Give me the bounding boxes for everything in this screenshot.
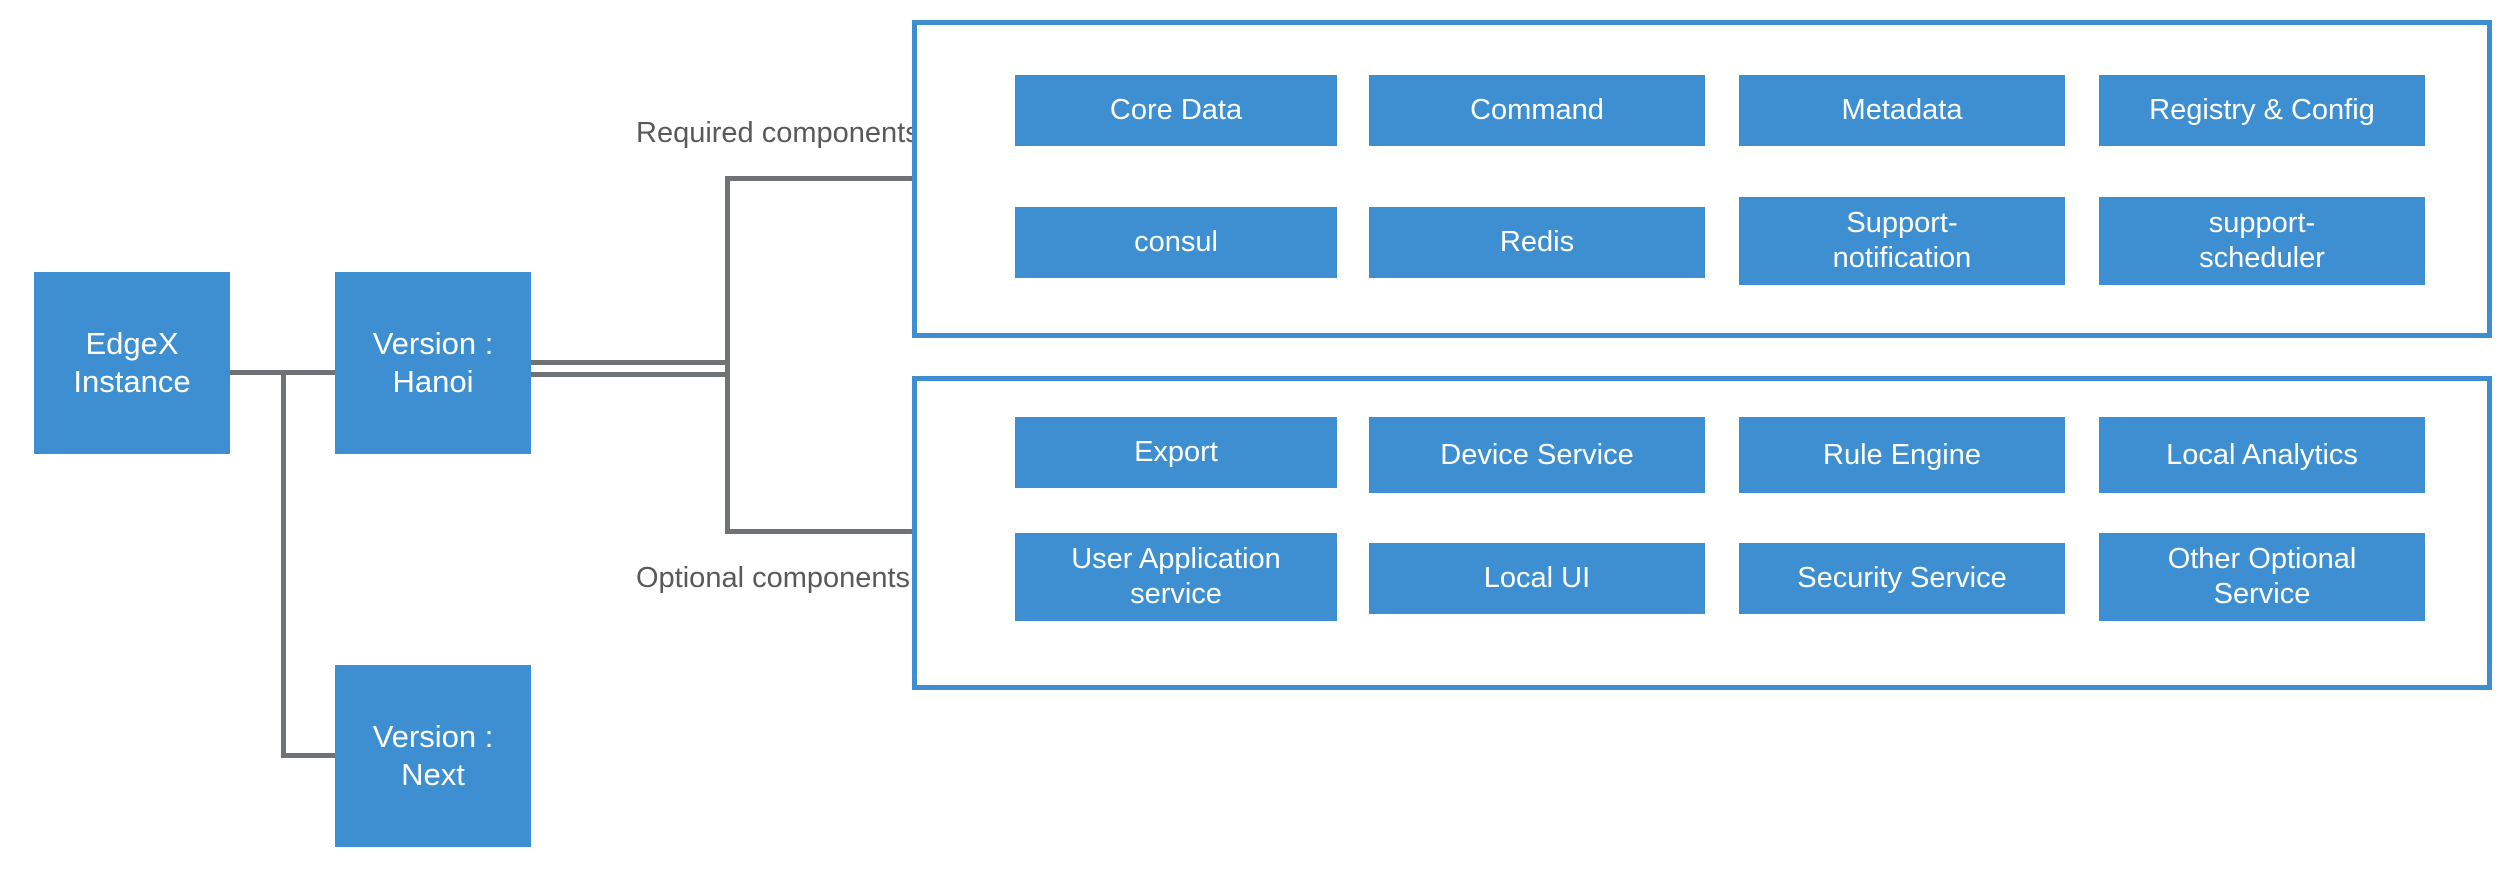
edge-label-required: Required components bbox=[636, 117, 920, 149]
tile-local-ui-label: Local UI bbox=[1483, 562, 1591, 595]
tile-export-label: Export bbox=[1134, 436, 1218, 469]
tile-support-scheduler[interactable]: support- scheduler bbox=[2099, 197, 2425, 285]
tile-redis-label: Redis bbox=[1499, 226, 1575, 259]
node-version-next-line1: Version : bbox=[372, 719, 494, 755]
node-version-hanoi[interactable]: Version : Hanoi bbox=[335, 272, 531, 454]
tile-support-notification[interactable]: Support- notification bbox=[1739, 197, 2065, 285]
tile-device-service-label: Device Service bbox=[1440, 438, 1634, 471]
tile-device-service[interactable]: Device Service bbox=[1369, 417, 1705, 493]
tile-local-ui[interactable]: Local UI bbox=[1369, 543, 1705, 614]
tile-rule-engine-label: Rule Engine bbox=[1823, 438, 1981, 471]
node-version-next[interactable]: Version : Next bbox=[335, 665, 531, 847]
group-required-components: Core Data Command Metadata Registry & Co… bbox=[912, 20, 2492, 338]
tile-user-application-service-line2: service bbox=[1130, 578, 1222, 610]
connector-trunk-to-next bbox=[281, 753, 339, 758]
node-version-hanoi-label: Version : Hanoi bbox=[373, 325, 494, 401]
tile-redis[interactable]: Redis bbox=[1369, 207, 1705, 278]
connector-hanoi-out-upper bbox=[528, 360, 730, 365]
tile-local-analytics-label: Local Analytics bbox=[2166, 438, 2358, 471]
tile-consul[interactable]: consul bbox=[1015, 207, 1337, 278]
tile-local-analytics[interactable]: Local Analytics bbox=[2099, 417, 2425, 493]
tile-other-optional-service-line2: Service bbox=[2213, 578, 2311, 610]
connector-branch-vertical bbox=[725, 176, 730, 534]
edge-label-optional: Optional components bbox=[636, 562, 911, 594]
connector-branch-to-optional bbox=[725, 529, 919, 534]
node-edgex-instance-line1: EdgeX bbox=[85, 326, 179, 362]
tile-security-service-label: Security Service bbox=[1797, 562, 2007, 595]
tile-user-application-service[interactable]: User Application service bbox=[1015, 533, 1337, 621]
tile-metadata-label: Metadata bbox=[1841, 94, 1963, 127]
group-optional-components: Export Device Service Rule Engine Local … bbox=[912, 376, 2492, 690]
connector-trunk-vertical bbox=[281, 370, 286, 758]
tile-registry-and-config-label: Registry & Config bbox=[2149, 94, 2375, 127]
tile-command[interactable]: Command bbox=[1369, 75, 1705, 146]
node-edgex-instance-line2: Instance bbox=[73, 364, 191, 399]
tile-other-optional-service-label: Other Optional Service bbox=[2168, 542, 2357, 612]
tile-support-notification-line2: notification bbox=[1832, 242, 1972, 274]
tile-user-application-service-line1: User Application bbox=[1071, 543, 1281, 576]
tile-other-optional-service-line1: Other Optional bbox=[2167, 543, 2357, 576]
connector-trunk-to-hanoi bbox=[281, 370, 339, 375]
tile-support-notification-line1: Support- bbox=[1846, 207, 1958, 240]
tile-user-application-service-label: User Application service bbox=[1071, 542, 1281, 612]
connector-hanoi-out-lower bbox=[528, 372, 730, 377]
tile-support-notification-label: Support- notification bbox=[1833, 206, 1972, 276]
connector-branch-to-required bbox=[725, 176, 919, 181]
node-version-hanoi-line1: Version : bbox=[372, 326, 494, 362]
node-version-hanoi-line2: Hanoi bbox=[392, 364, 474, 399]
tile-consul-label: consul bbox=[1134, 226, 1218, 259]
tile-metadata[interactable]: Metadata bbox=[1739, 75, 2065, 146]
tile-export[interactable]: Export bbox=[1015, 417, 1337, 488]
node-edgex-instance-label: EdgeX Instance bbox=[73, 325, 190, 401]
tile-rule-engine[interactable]: Rule Engine bbox=[1739, 417, 2065, 493]
tile-other-optional-service[interactable]: Other Optional Service bbox=[2099, 533, 2425, 621]
tile-support-scheduler-line1: support- bbox=[2208, 207, 2316, 240]
tile-core-data[interactable]: Core Data bbox=[1015, 75, 1337, 146]
tile-registry-and-config[interactable]: Registry & Config bbox=[2099, 75, 2425, 146]
tile-core-data-label: Core Data bbox=[1109, 94, 1243, 127]
tile-security-service[interactable]: Security Service bbox=[1739, 543, 2065, 614]
node-version-next-label: Version : Next bbox=[373, 718, 494, 794]
node-edgex-instance[interactable]: EdgeX Instance bbox=[34, 272, 230, 454]
connector-root-to-trunk bbox=[230, 370, 285, 375]
tile-support-scheduler-line2: scheduler bbox=[2199, 242, 2325, 274]
tile-support-scheduler-label: support- scheduler bbox=[2199, 206, 2325, 276]
tile-command-label: Command bbox=[1470, 94, 1604, 127]
diagram-canvas: Required components Optional components … bbox=[0, 0, 2512, 878]
node-version-next-line2: Next bbox=[401, 757, 465, 792]
